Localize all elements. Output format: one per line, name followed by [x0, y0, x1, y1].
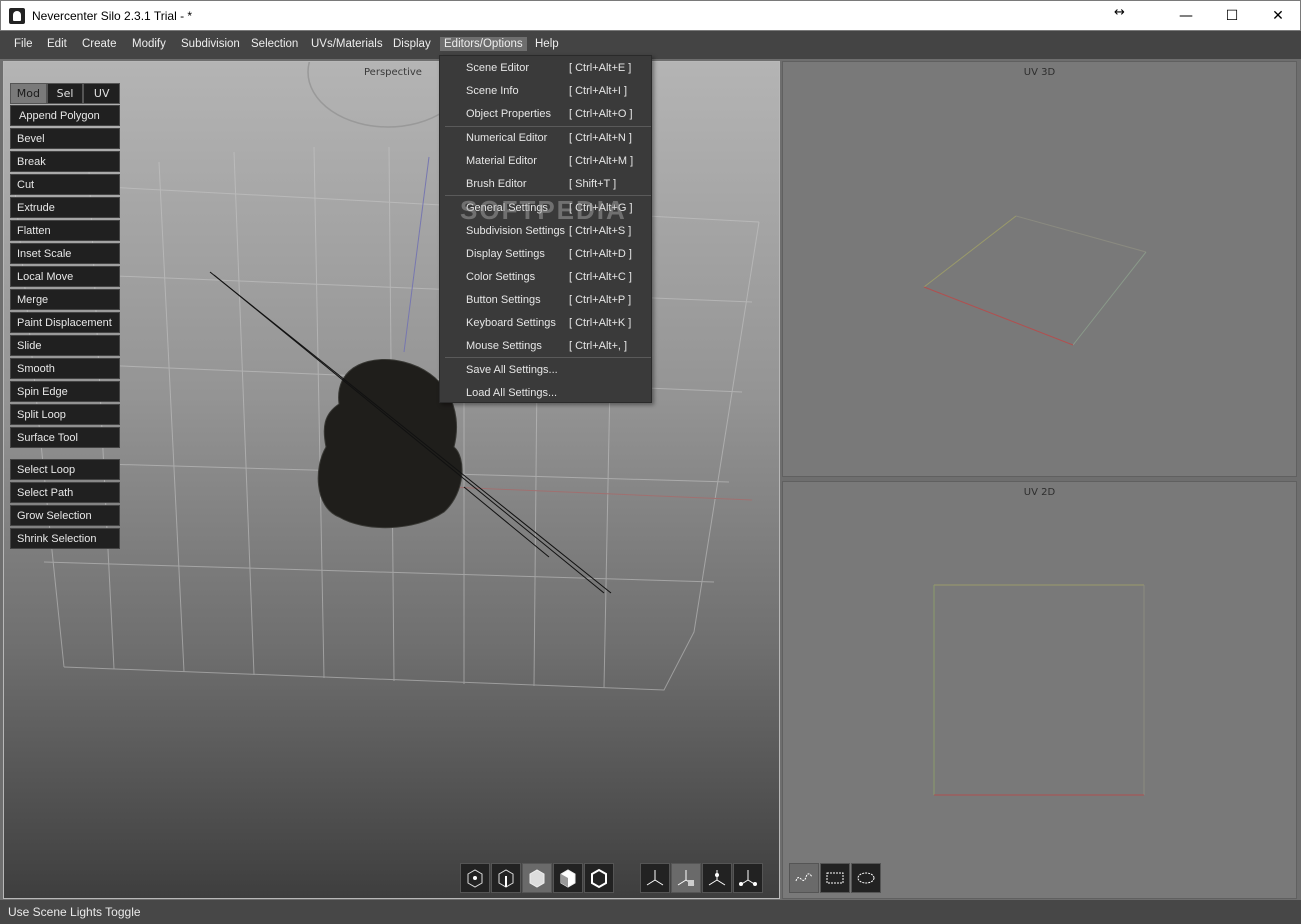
- slide-button[interactable]: Slide: [10, 335, 120, 356]
- menu-uvs-materials[interactable]: UVs/Materials: [311, 38, 383, 50]
- editors-options-menu: Scene Editor[ Ctrl+Alt+E ] Scene Info[ C…: [439, 55, 652, 403]
- uv-2d-panel[interactable]: UV 2D: [782, 481, 1297, 899]
- menu-item-object-properties[interactable]: Object Properties[ Ctrl+Alt+O ]: [440, 103, 651, 125]
- universal-manipulator-icon[interactable]: [733, 863, 763, 893]
- split-loop-button[interactable]: Split Loop: [10, 404, 120, 425]
- flatten-button[interactable]: Flatten: [10, 220, 120, 241]
- paint-displacement-button[interactable]: Paint Displacement: [10, 312, 120, 333]
- menu-item-scene-info[interactable]: Scene Info[ Ctrl+Alt+I ]: [440, 80, 651, 102]
- display-mode-toolbar: [460, 863, 881, 893]
- paint-select-icon[interactable]: [851, 863, 881, 893]
- menu-help[interactable]: Help: [535, 38, 559, 50]
- menu-item-display-settings[interactable]: Display Settings[ Ctrl+Alt+D ]: [440, 243, 651, 265]
- shrink-selection-button[interactable]: Shrink Selection: [10, 528, 120, 549]
- minimize-button[interactable]: —: [1163, 1, 1209, 31]
- lasso-select-icon[interactable]: [789, 863, 819, 893]
- resize-cursor-icon: ↔: [1114, 5, 1125, 20]
- status-bar: Use Scene Lights Toggle: [0, 900, 1301, 924]
- menu-modify[interactable]: Modify: [132, 38, 166, 50]
- break-button[interactable]: Break: [10, 151, 120, 172]
- uv-2d-canvas: [933, 584, 1145, 796]
- inset-scale-button[interactable]: Inset Scale: [10, 243, 120, 264]
- menu-create[interactable]: Create: [82, 38, 117, 50]
- extrude-button[interactable]: Extrude: [10, 197, 120, 218]
- menu-item-mouse-settings[interactable]: Mouse Settings[ Ctrl+Alt+, ]: [440, 335, 651, 357]
- status-text: Use Scene Lights Toggle: [8, 905, 141, 919]
- rotate-manipulator-icon[interactable]: [671, 863, 701, 893]
- menu-item-brush-editor[interactable]: Brush Editor[ Shift+T ]: [440, 173, 651, 195]
- select-loop-button[interactable]: Select Loop: [10, 459, 120, 480]
- tab-uv[interactable]: UV: [83, 83, 121, 104]
- vertex-mode-icon[interactable]: [460, 863, 490, 893]
- scale-manipulator-icon[interactable]: [702, 863, 732, 893]
- viewport-label: Perspective: [364, 67, 422, 78]
- menu-file[interactable]: File: [14, 38, 33, 50]
- menu-edit[interactable]: Edit: [47, 38, 67, 50]
- move-manipulator-icon[interactable]: [640, 863, 670, 893]
- surface-tool-button[interactable]: Surface Tool: [10, 427, 120, 448]
- menu-selection[interactable]: Selection: [251, 38, 298, 50]
- scene-canvas: [13, 62, 760, 691]
- menu-item-button-settings[interactable]: Button Settings[ Ctrl+Alt+P ]: [440, 289, 651, 311]
- spin-edge-button[interactable]: Spin Edge: [10, 381, 120, 402]
- title-bar: Nevercenter Silo 2.3.1 Trial - * ↔ — ☐ ✕: [0, 0, 1301, 31]
- palette-tabs: Mod Sel UV: [10, 83, 121, 104]
- maximize-button[interactable]: ☐: [1209, 1, 1255, 31]
- tool-palette: Mod Sel UV Append Polygon Bevel Break Cu…: [10, 83, 121, 551]
- menu-item-save-all-settings[interactable]: Save All Settings...: [440, 359, 651, 381]
- select-path-button[interactable]: Select Path: [10, 482, 120, 503]
- edge-mode-icon[interactable]: [491, 863, 521, 893]
- menu-item-keyboard-settings[interactable]: Keyboard Settings[ Ctrl+Alt+K ]: [440, 312, 651, 334]
- face-mode-icon[interactable]: [522, 863, 552, 893]
- object-mode-icon[interactable]: [553, 863, 583, 893]
- tab-mod[interactable]: Mod: [10, 83, 47, 104]
- merge-button[interactable]: Merge: [10, 289, 120, 310]
- menu-item-material-editor[interactable]: Material Editor[ Ctrl+Alt+M ]: [440, 150, 651, 172]
- tab-sel[interactable]: Sel: [46, 83, 84, 104]
- window-title: Nevercenter Silo 2.3.1 Trial - *: [32, 9, 193, 23]
- smooth-button[interactable]: Smooth: [10, 358, 120, 379]
- app-logo-icon: [9, 8, 25, 24]
- append-polygon-button[interactable]: Append Polygon: [10, 105, 120, 126]
- rect-select-icon[interactable]: [820, 863, 850, 893]
- softpedia-watermark: SOFTPEDIA: [460, 195, 627, 225]
- wireframe-mode-icon[interactable]: [584, 863, 614, 893]
- menu-item-color-settings[interactable]: Color Settings[ Ctrl+Alt+C ]: [440, 266, 651, 288]
- menu-item-load-all-settings[interactable]: Load All Settings...: [440, 382, 651, 404]
- uv-3d-panel[interactable]: UV 3D: [782, 61, 1297, 477]
- uv-3d-canvas: [923, 215, 1147, 346]
- menu-item-numerical-editor[interactable]: Numerical Editor[ Ctrl+Alt+N ]: [440, 127, 651, 149]
- cut-button[interactable]: Cut: [10, 174, 120, 195]
- menu-display[interactable]: Display: [393, 38, 431, 50]
- menu-subdivision[interactable]: Subdivision: [181, 38, 240, 50]
- menu-item-scene-editor[interactable]: Scene Editor[ Ctrl+Alt+E ]: [440, 57, 651, 79]
- local-move-button[interactable]: Local Move: [10, 266, 120, 287]
- menu-separator: [445, 357, 651, 358]
- grow-selection-button[interactable]: Grow Selection: [10, 505, 120, 526]
- bevel-button[interactable]: Bevel: [10, 128, 120, 149]
- close-button[interactable]: ✕: [1255, 1, 1301, 31]
- menu-editors-options[interactable]: Editors/Options: [440, 37, 527, 51]
